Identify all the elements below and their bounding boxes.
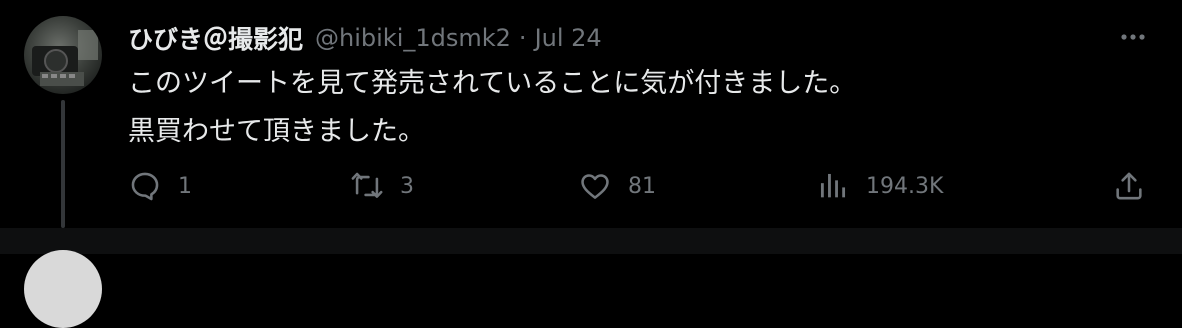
retweet-count: 3 <box>400 173 414 199</box>
views-button[interactable]: 194.3K <box>816 164 943 208</box>
like-count: 81 <box>628 173 656 199</box>
tweet-header: ひびき＠撮影犯 @hibiki_1dsmk2 · Jul 24 <box>128 20 602 56</box>
heart-icon <box>581 174 609 199</box>
tweet-date[interactable]: Jul 24 <box>535 24 602 52</box>
tweet-text-line-2: 黒買わせて頂きました。 <box>128 116 425 147</box>
views-count: 194.3K <box>866 173 944 199</box>
reply-button[interactable]: 1 <box>128 164 192 208</box>
display-name[interactable]: ひびき＠撮影犯 <box>128 20 303 56</box>
user-avatar[interactable] <box>24 16 102 94</box>
share-upload-icon <box>1116 172 1142 200</box>
thread-connector-line <box>61 100 65 228</box>
reply-bubble-icon <box>131 172 159 201</box>
camera-photo-icon <box>32 30 98 86</box>
tweet-text: このツイートを見て発売されていることに気が付きました。 黒買わせて頂きました。 <box>128 60 1148 156</box>
more-horizontal-icon <box>1121 34 1145 40</box>
separator-dot: · <box>518 24 527 52</box>
bar-chart-icon <box>820 173 846 198</box>
user-handle[interactable]: @hibiki_1dsmk2 <box>315 24 511 52</box>
tweet-card[interactable]: ひびき＠撮影犯 @hibiki_1dsmk2 · Jul 24 このツイートを見… <box>0 0 1182 228</box>
retweet-button[interactable]: 3 <box>350 164 414 208</box>
reply-count: 1 <box>178 173 192 199</box>
like-button[interactable]: 81 <box>578 164 656 208</box>
next-tweet-area <box>0 228 1182 254</box>
tweet-actions-bar: 1 3 81 194.3K <box>128 164 1152 208</box>
more-options-button[interactable] <box>1118 22 1148 52</box>
tweet-text-line-1: このツイートを見て発売されていることに気が付きました。 <box>128 68 857 99</box>
share-button[interactable] <box>1112 164 1146 208</box>
retweet-arrows-icon <box>351 172 383 198</box>
next-tweet-avatar[interactable] <box>24 250 102 328</box>
